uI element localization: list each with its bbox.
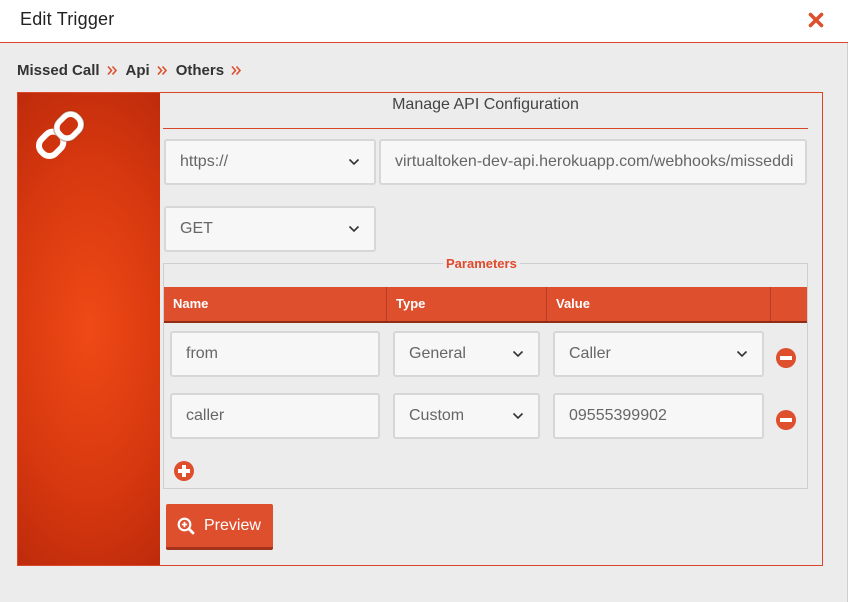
- remove-param-button[interactable]: [776, 348, 796, 368]
- chevron-down-icon: [512, 412, 524, 420]
- modal-header: Edit Trigger: [0, 0, 848, 43]
- close-icon: [808, 12, 824, 28]
- param-value-select[interactable]: Caller: [553, 331, 764, 377]
- config-content: Manage API Configuration https:// virtua…: [163, 93, 808, 565]
- param-value-input[interactable]: 09555399902: [553, 393, 764, 439]
- column-header-value: Value: [547, 287, 771, 321]
- param-type-value: Custom: [409, 407, 465, 424]
- chevron-down-icon: [512, 350, 524, 358]
- param-value-value: Caller: [569, 345, 611, 362]
- add-param-button[interactable]: [174, 461, 194, 481]
- preview-button[interactable]: Preview: [166, 504, 273, 550]
- breadcrumb: Missed Call Api Others: [17, 60, 242, 80]
- method-value: GET: [180, 220, 213, 237]
- param-type-select[interactable]: General: [393, 331, 540, 377]
- url-value: virtualtoken-dev-api.herokuapp.com/webho…: [395, 153, 794, 170]
- parameters-table-header: Name Type Value: [164, 287, 807, 323]
- chevron-down-icon: [348, 158, 360, 166]
- column-header-type: Type: [387, 287, 547, 321]
- preview-button-label: Preview: [204, 516, 261, 534]
- section-title-text: Manage API Configuration: [392, 96, 579, 113]
- section-title: Manage API Configuration: [163, 93, 808, 129]
- protocol-value: https://: [180, 153, 229, 170]
- param-name-value: from: [186, 345, 218, 362]
- method-select[interactable]: GET: [164, 206, 376, 252]
- remove-param-button[interactable]: [776, 410, 796, 430]
- param-value-value: 09555399902: [569, 407, 667, 424]
- double-chevron-right-icon: [157, 65, 168, 76]
- param-name-input[interactable]: caller: [170, 393, 380, 439]
- double-chevron-right-icon: [106, 65, 118, 76]
- chevron-down-icon: [736, 350, 748, 358]
- param-type-value: General: [409, 345, 466, 362]
- url-input[interactable]: virtualtoken-dev-api.herokuapp.com/webho…: [379, 139, 807, 185]
- breadcrumb-item-missed-call[interactable]: Missed Call: [17, 62, 100, 79]
- breadcrumb-item-others[interactable]: Others: [176, 62, 224, 79]
- zoom-in-icon: [177, 517, 195, 534]
- modal-title: Edit Trigger: [20, 9, 115, 29]
- param-name-input[interactable]: from: [170, 331, 380, 377]
- parameters-legend: Parameters: [443, 256, 520, 271]
- param-name-value: caller: [186, 407, 225, 424]
- api-config-panel: Manage API Configuration https:// virtua…: [17, 92, 823, 566]
- column-header-name: Name: [164, 287, 387, 321]
- breadcrumb-item-api[interactable]: Api: [126, 62, 150, 79]
- double-chevron-right-icon: [231, 65, 242, 76]
- column-header-actions: [771, 287, 807, 321]
- close-button[interactable]: [804, 8, 828, 32]
- sidebar-banner: [18, 93, 160, 565]
- parameters-fieldset: Parameters Name Type Value from General …: [163, 256, 808, 489]
- edit-trigger-modal: Edit Trigger Missed Call Api Others Mana…: [0, 0, 848, 602]
- protocol-select[interactable]: https://: [164, 139, 376, 185]
- chevron-down-icon: [348, 225, 360, 233]
- param-type-select[interactable]: Custom: [393, 393, 540, 439]
- link-icon: [35, 110, 85, 160]
